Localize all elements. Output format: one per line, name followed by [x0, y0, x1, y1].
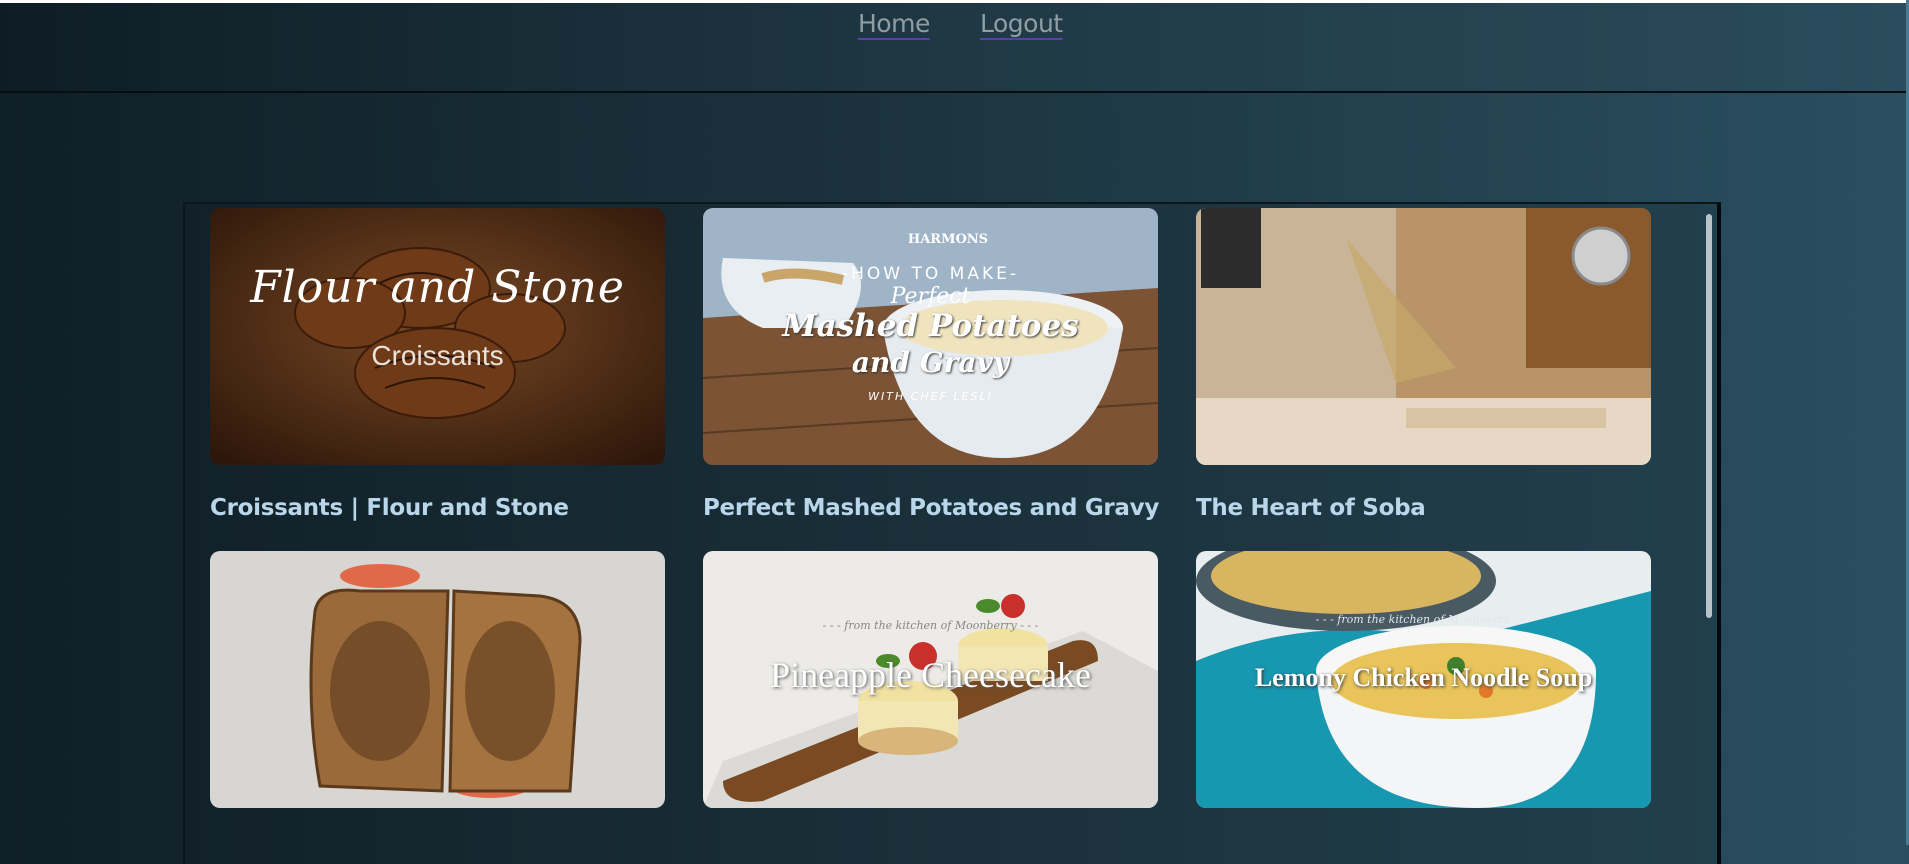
- nav-home-link[interactable]: Home: [858, 9, 930, 38]
- overlay-main-title: Lemony Chicken Noodle Soup: [1254, 663, 1593, 692]
- soba-image: [1196, 208, 1651, 465]
- video-title[interactable]: Croissants | Flour and Stone: [210, 495, 569, 521]
- overlay-script-title: Flour and Stone: [250, 262, 625, 313]
- overlay-main-title: Pineapple Cheesecake: [770, 655, 1091, 695]
- video-title[interactable]: The Heart of Soba: [1196, 495, 1426, 521]
- video-thumbnail[interactable]: Flour and Stone Croissants: [210, 208, 665, 465]
- video-thumbnail[interactable]: [210, 551, 665, 808]
- overlay-how-to: -HOW TO MAKE-: [841, 264, 1019, 284]
- video-thumbnail[interactable]: HARMONS -HOW TO MAKE- Perfect Mashed Pot…: [703, 208, 1158, 465]
- overlay-subtitle: Croissants: [371, 340, 504, 371]
- overlay-small-text: - - - from the kitchen of Moonberry - - …: [822, 619, 1039, 632]
- overlay-chef: WITH CHEF LESLI: [868, 390, 993, 403]
- croissant-image: [210, 208, 665, 465]
- overlay-main-line1: Mashed Potatoes: [782, 308, 1079, 344]
- overlay-brand: HARMONS: [907, 232, 989, 247]
- scrollbar[interactable]: [1706, 214, 1712, 618]
- overlay-main-line2: and Gravy: [851, 346, 1010, 379]
- video-thumbnail[interactable]: - - - from the kitchen of Moonberry - - …: [1196, 551, 1651, 808]
- video-thumbnail[interactable]: [1196, 208, 1651, 465]
- grilled-sandwich-image: [210, 551, 665, 808]
- navbar: Home Logout: [0, 3, 1906, 93]
- overlay-small-text: - - - from the kitchen of Moonberry - - …: [1315, 613, 1532, 626]
- video-thumbnail[interactable]: - - - from the kitchen of Moonberry - - …: [703, 551, 1158, 808]
- video-title[interactable]: Perfect Mashed Potatoes and Gravy: [703, 495, 1159, 521]
- overlay-perfect: Perfect: [890, 284, 971, 309]
- nav-logout-link[interactable]: Logout: [980, 9, 1063, 38]
